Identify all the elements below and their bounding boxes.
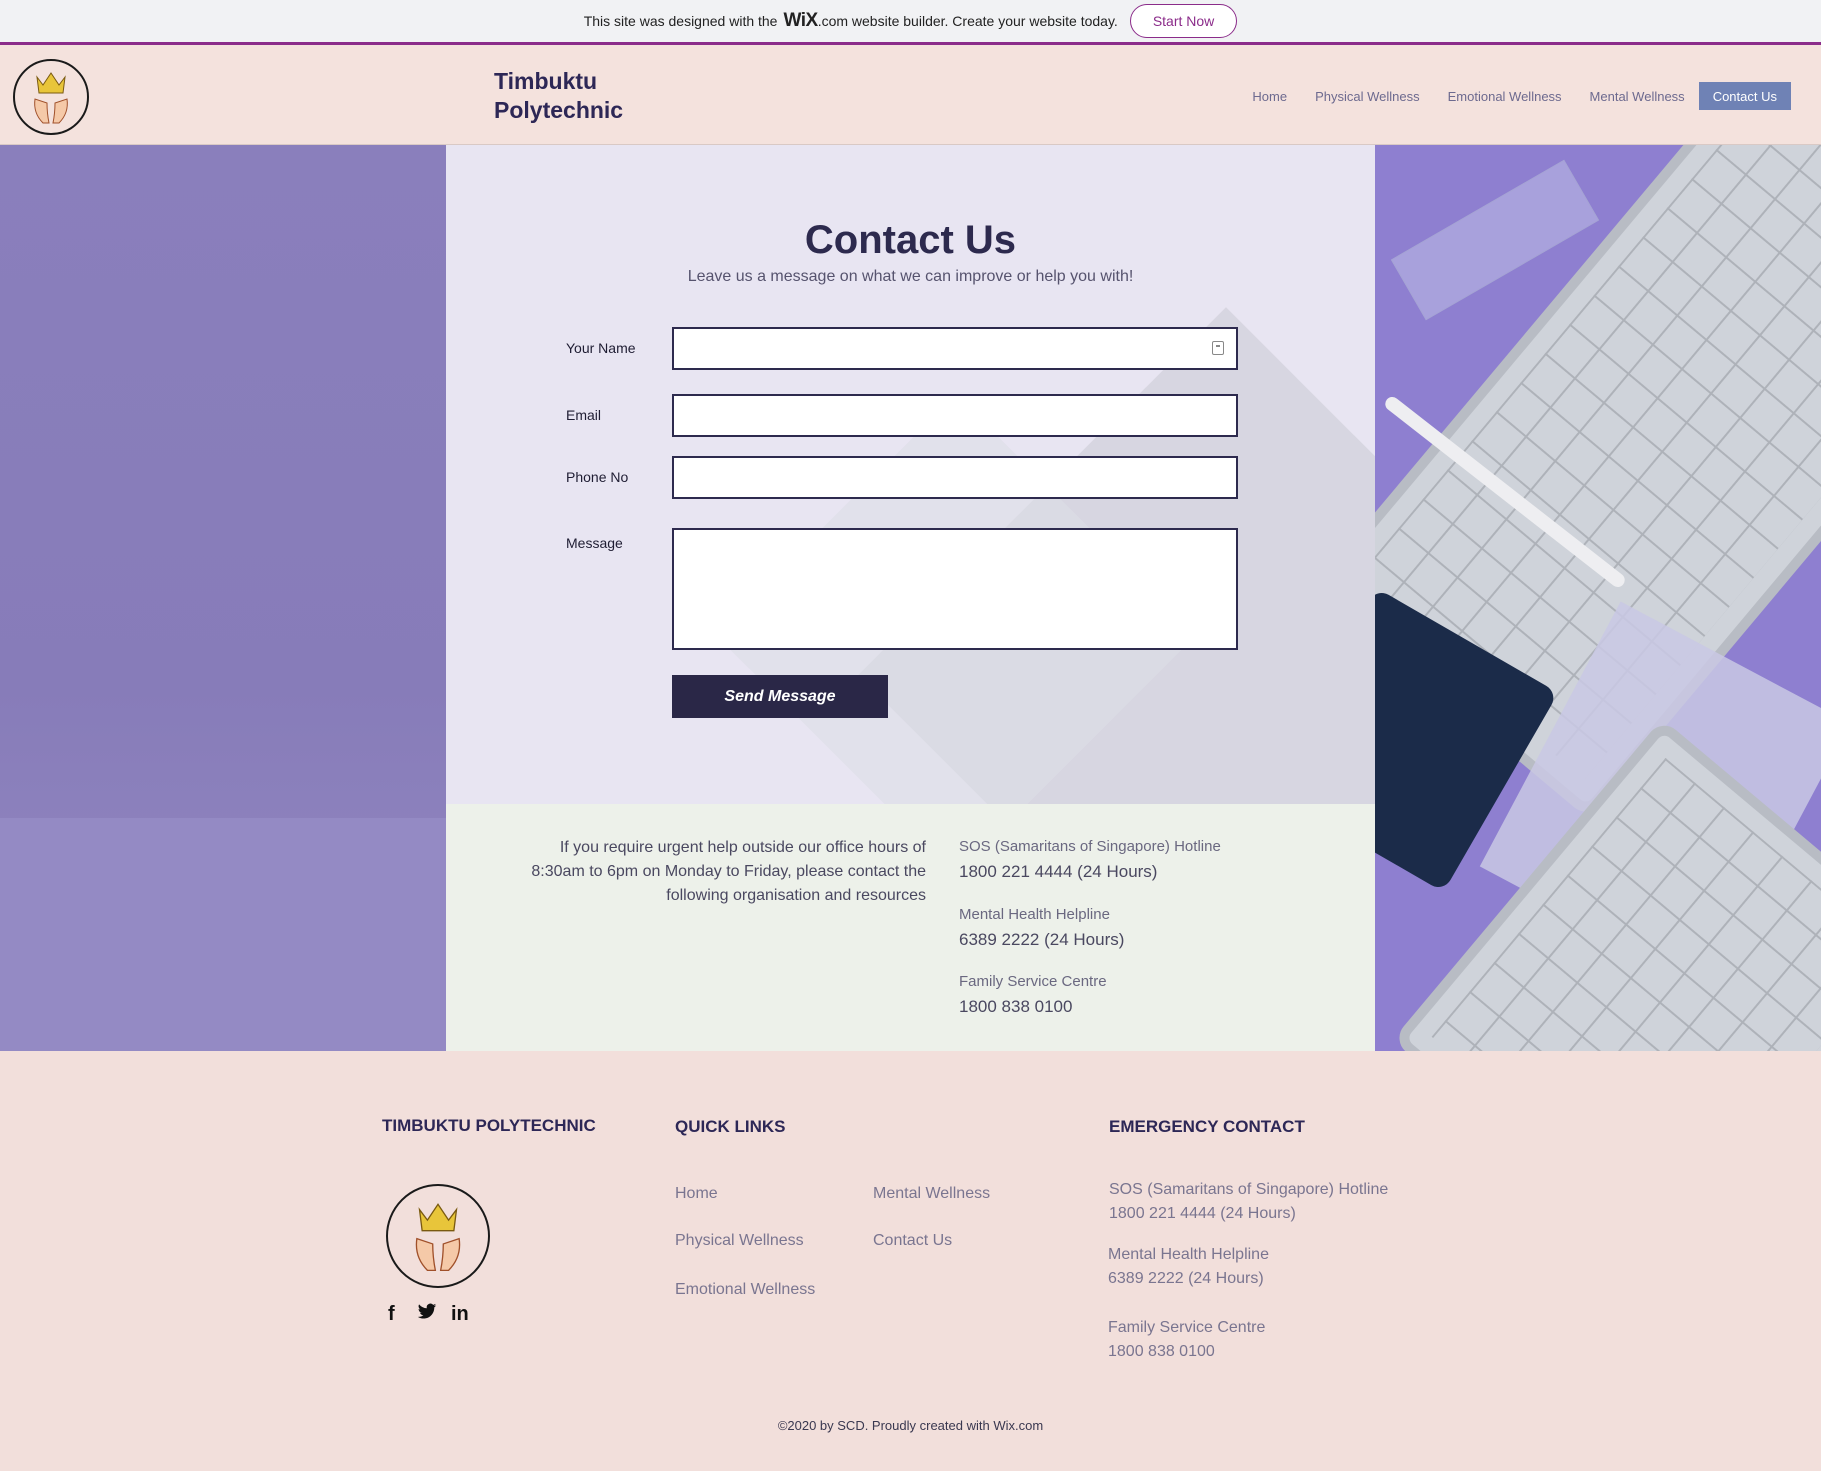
contact-card-icon [1212,341,1224,355]
main-nav: Home Physical Wellness Emotional Wellnes… [1238,82,1791,110]
nav-emotional-wellness[interactable]: Emotional Wellness [1434,82,1576,110]
hotline-sos-number: 1800 221 4444 (24 Hours) [959,862,1158,881]
hotline-mental-number: 6389 2222 (24 Hours) [959,930,1125,949]
wix-banner-text: This site was designed with the [583,13,778,29]
urgent-help-line3: following organisation and resources [666,887,926,904]
brand-name[interactable]: Timbuktu Polytechnic [494,67,623,125]
name-field[interactable] [672,327,1238,370]
message-label: Message [566,535,623,551]
linkedin-icon[interactable]: in [451,1303,469,1326]
twitter-icon[interactable] [417,1303,437,1327]
hotline-family-label: Family Service Centre [959,973,1107,990]
hotline-family-number: 1800 838 0100 [959,997,1073,1016]
nav-home[interactable]: Home [1238,82,1301,110]
footer-emergency-sos-label: SOS (Samaritans of Singapore) Hotline [1109,1181,1389,1198]
footer-link-mental-wellness[interactable]: Mental Wellness [873,1185,990,1203]
urgent-help-text: If you require urgent help outside our o… [446,836,926,908]
start-now-button[interactable]: Start Now [1129,4,1238,38]
facebook-icon[interactable]: f [388,1303,395,1326]
page-title: Contact Us [804,218,1017,262]
message-field[interactable] [672,528,1238,650]
footer-link-home[interactable]: Home [675,1185,718,1203]
brand-line1: Timbuktu [494,68,598,94]
footer-emergency-family-number: 1800 838 0100 [1108,1343,1215,1360]
footer-emergency-sos: SOS (Samaritans of Singapore) Hotline 18… [1109,1178,1388,1226]
site-logo[interactable] [13,59,89,135]
send-message-button[interactable]: Send Message [672,675,888,718]
urgent-help-line1: If you require urgent help outside our o… [559,839,926,856]
brand-line2: Polytechnic [494,97,624,123]
email-label: Email [566,407,602,423]
footer-link-physical-wellness[interactable]: Physical Wellness [675,1232,804,1250]
footer-emergency-mental-label: Mental Health Helpline [1108,1246,1269,1263]
wix-logo: WiX [783,10,818,31]
email-field[interactable] [672,394,1238,437]
hotline-mental-label: Mental Health Helpline [959,906,1110,923]
phone-label: Phone No [566,469,629,485]
crown-hands-icon [415,1203,461,1272]
page-subtitle: Leave us a message on what we can improv… [687,268,1134,285]
quick-links-heading: QUICK LINKS [675,1117,786,1136]
emergency-contact-heading: EMERGENCY CONTACT [1109,1117,1305,1136]
nav-physical-wellness[interactable]: Physical Wellness [1301,82,1434,110]
site-header: Timbuktu Polytechnic Home Physical Welln… [0,45,1821,145]
footer-brand-heading: TIMBUKTU POLYTECHNIC [382,1116,596,1135]
footer-link-contact-us[interactable]: Contact Us [873,1232,952,1250]
desk-photo [1375,145,1821,1051]
name-label: Your Name [566,340,636,356]
wix-banner: This site was designed with the WiX .com… [0,0,1821,45]
footer-emergency-family: Family Service Centre 1800 838 0100 [1108,1316,1265,1364]
footer-emergency-mental: Mental Health Helpline 6389 2222 (24 Hou… [1108,1243,1269,1291]
footer-emergency-sos-number: 1800 221 4444 (24 Hours) [1109,1205,1296,1222]
copyright: ©2020 by SCD. Proudly created with Wix.c… [777,1418,1044,1433]
site-footer [0,1051,1821,1471]
footer-emergency-mental-number: 6389 2222 (24 Hours) [1108,1270,1264,1287]
hotline-sos-label: SOS (Samaritans of Singapore) Hotline [959,838,1221,855]
phone-field[interactable] [672,456,1238,499]
nav-mental-wellness[interactable]: Mental Wellness [1576,82,1699,110]
wix-banner-text-after: .com website builder. Create your websit… [817,13,1118,29]
left-background-lower [0,818,446,1051]
crown-hands-icon [34,72,68,124]
footer-emergency-family-label: Family Service Centre [1108,1319,1266,1336]
footer-link-emotional-wellness[interactable]: Emotional Wellness [675,1281,815,1299]
nav-contact-us[interactable]: Contact Us [1698,82,1791,110]
urgent-help-line2: 8:30am to 6pm on Monday to Friday, pleas… [531,863,926,880]
footer-logo[interactable] [386,1184,490,1288]
